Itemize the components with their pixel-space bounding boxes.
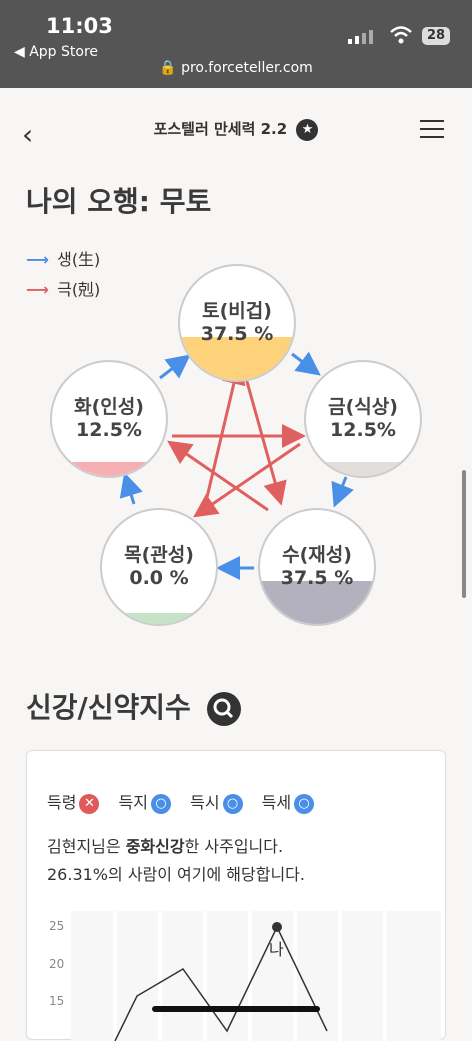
element-label: 화(인성) <box>74 396 144 418</box>
chip-deukse: 득세 ○ <box>261 793 315 814</box>
strength-chips: 득령 ✕ 득지 ○ 득시 ○ 득세 ○ <box>47 789 328 814</box>
element-value: 37.5 % <box>200 323 274 345</box>
chip-label: 득시 <box>190 793 220 812</box>
chip-deuksi: 득시 ○ <box>190 793 243 814</box>
element-value: 0.0 % <box>129 567 189 589</box>
element-fill <box>306 461 420 476</box>
strength-chart: 25 20 15 나 <box>49 911 441 1041</box>
desc-line2: 26.31%의 사람이 여기에 해당합니다. <box>47 865 305 884</box>
x-icon: ✕ <box>79 793 100 814</box>
element-value: 37.5 % <box>280 567 354 589</box>
element-water[interactable]: 수(재성) 37.5 % <box>258 508 376 626</box>
arrow-earth-to-water <box>244 377 287 506</box>
y-tick: 25 <box>49 919 64 933</box>
chip-deukji: 득지 ○ <box>118 793 171 814</box>
element-earth[interactable]: 토(비겁) 37.5 % <box>178 264 296 382</box>
circle-icon: ○ <box>222 793 243 814</box>
element-label: 목(관성) <box>124 544 194 566</box>
circle-icon: ○ <box>294 793 315 814</box>
desc-highlight: 중화신강 <box>125 837 185 856</box>
element-value: 12.5% <box>76 419 142 441</box>
chip-label: 득령 <box>47 793 77 812</box>
arrow-earth-to-metal <box>291 351 321 376</box>
arrow-metal-to-wood <box>193 442 301 518</box>
strength-description: 김현지님은 중화신강한 사주입니다. 26.31%의 사람이 여기에 해당합니다… <box>47 833 305 889</box>
chip-label: 득지 <box>118 793 148 812</box>
element-label: 금(식상) <box>328 396 398 418</box>
y-tick: 20 <box>49 957 64 971</box>
scrollbar[interactable] <box>462 470 466 598</box>
desc-text: 김현지님은 <box>47 837 126 856</box>
desc-text: 한 사주입니다. <box>184 837 284 856</box>
element-label: 토(비겁) <box>202 300 272 322</box>
element-value: 12.5% <box>330 419 396 441</box>
circle-icon: ○ <box>151 793 171 814</box>
element-fire[interactable]: 화(인성) 12.5% <box>50 360 168 478</box>
element-label: 수(재성) <box>282 544 352 566</box>
home-indicator[interactable] <box>152 1006 320 1012</box>
strength-card: 득령 ✕ 득지 ○ 득시 ○ 득세 ○ 김현지님은 중화신강한 사주입니다. 26.31… <box>26 750 446 1041</box>
search-icon[interactable] <box>206 692 241 726</box>
my-position-marker <box>272 922 282 932</box>
element-fill <box>102 612 216 624</box>
marker-label: 나 <box>269 940 284 959</box>
arrow-metal-to-water <box>331 476 354 508</box>
chip-label: 득세 <box>261 793 292 812</box>
arrow-wood-to-fire <box>119 472 143 505</box>
element-wood[interactable]: 목(관성) 0.0 % <box>100 508 218 626</box>
strength-title: 신강/신약지수 <box>26 686 241 726</box>
chip-deukryeong: 득령 ✕ <box>47 793 100 814</box>
y-tick: 15 <box>49 994 64 1008</box>
element-metal[interactable]: 금(식상) 12.5% <box>304 360 422 478</box>
element-fill <box>52 461 166 476</box>
strength-title-text: 신강/신약지수 <box>26 691 191 724</box>
